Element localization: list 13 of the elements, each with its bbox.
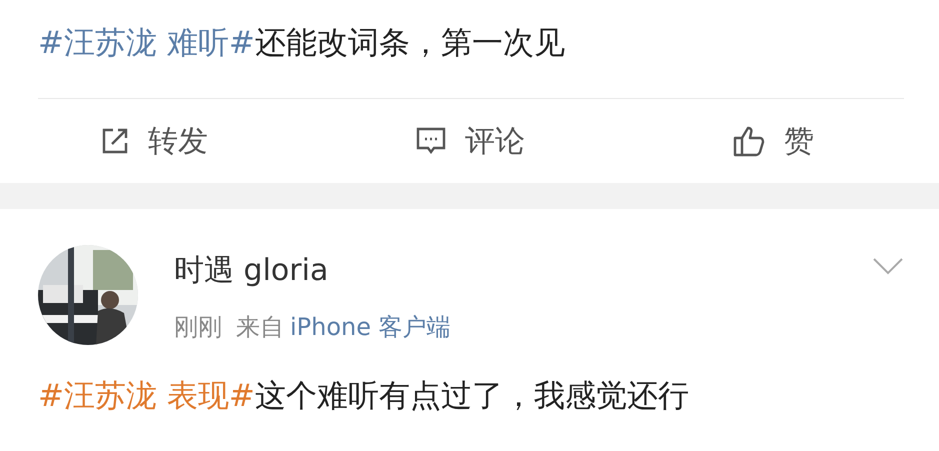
repost-button[interactable]: 转发: [100, 113, 208, 169]
comment-button[interactable]: 评论: [415, 113, 525, 169]
thumbs-up-icon: [732, 124, 766, 158]
post-text: #汪苏泷 难听#还能改词条，第一次见: [38, 24, 566, 63]
share-icon: [100, 126, 130, 156]
source-link[interactable]: iPhone 客户端: [290, 311, 451, 343]
comment-text: #汪苏泷 表现#这个难听有点过了，我感觉还行: [38, 377, 690, 416]
comment-icon: [415, 126, 447, 156]
chevron-down-icon[interactable]: [872, 257, 904, 275]
timestamp: 刚刚: [174, 312, 222, 343]
like-button[interactable]: 赞: [732, 113, 814, 169]
username[interactable]: 时遇 gloria: [174, 251, 451, 291]
source-label: 来自: [236, 312, 284, 343]
